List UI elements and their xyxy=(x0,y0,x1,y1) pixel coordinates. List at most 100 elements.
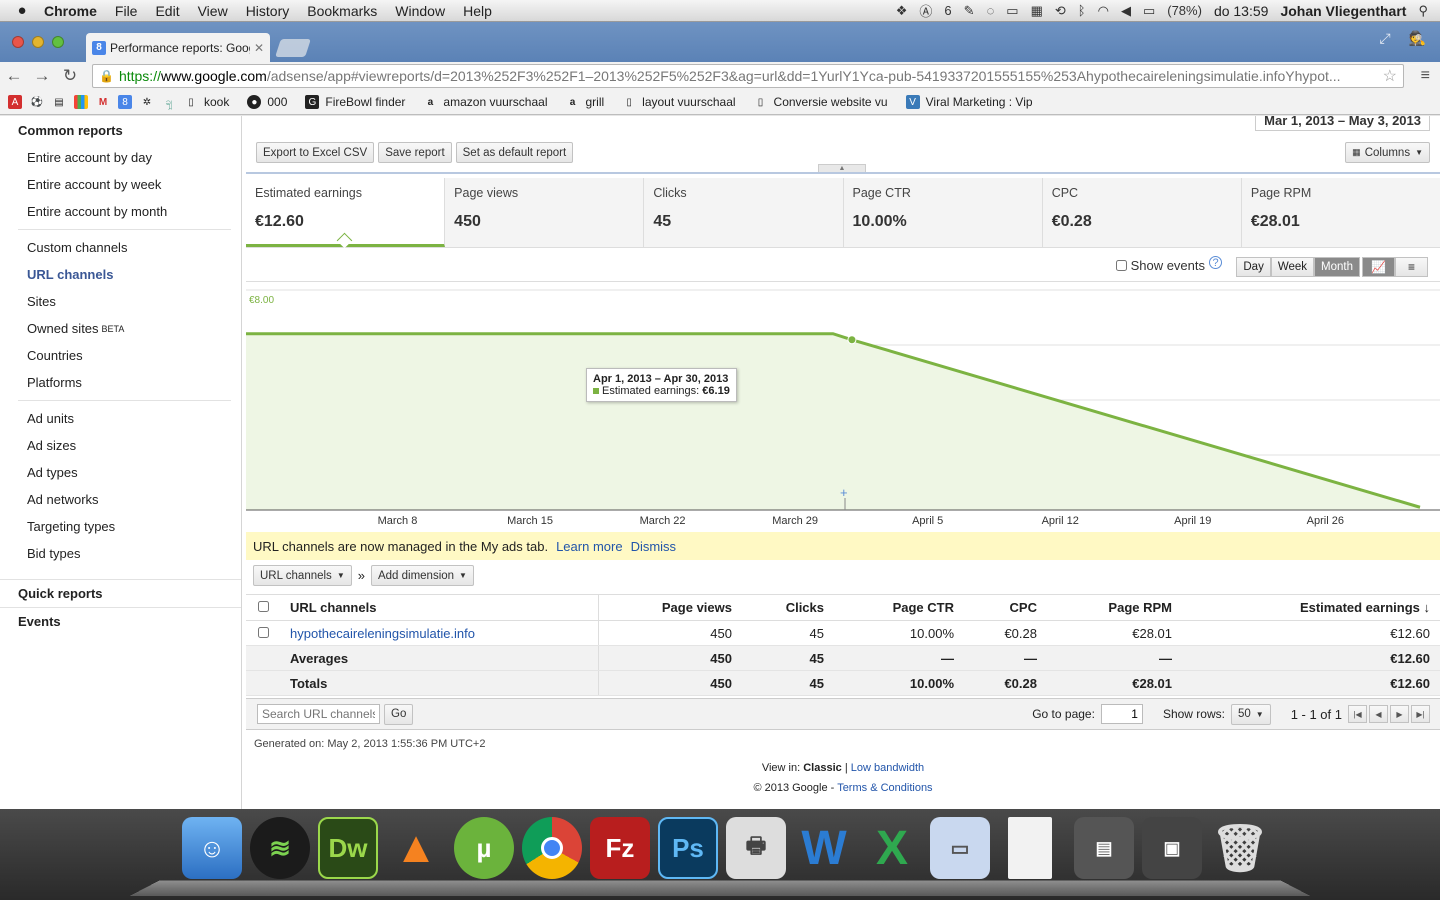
sidebar-item-account-week[interactable]: Entire account by week xyxy=(0,171,241,198)
granularity-week[interactable]: Week xyxy=(1270,257,1315,277)
forward-arrow-icon[interactable]: → xyxy=(28,66,56,86)
sidebar-item-ad-types[interactable]: Ad types xyxy=(0,459,241,486)
google-bookmark-icon[interactable]: 8 xyxy=(118,95,132,109)
sidebar-item-platforms[interactable]: Platforms xyxy=(0,369,241,396)
menu-bookmarks[interactable]: Bookmarks xyxy=(307,3,377,19)
menu-help[interactable]: Help xyxy=(463,3,492,19)
apple-menu-icon[interactable]: ● xyxy=(0,2,44,19)
zoom-window-icon[interactable] xyxy=(52,36,64,48)
page-number-input[interactable] xyxy=(1100,704,1143,724)
finder-icon[interactable]: ☺ xyxy=(182,817,242,879)
sidebar-events[interactable]: Events xyxy=(0,607,241,635)
sidebar-common-reports[interactable]: Common reports xyxy=(0,116,241,144)
col-clicks[interactable]: Clicks xyxy=(742,594,834,621)
next-page-icon[interactable]: ▶ xyxy=(1390,705,1409,723)
bookmark-grill[interactable]: a grill xyxy=(565,95,604,109)
bookmark-kook[interactable]: ▯ kook xyxy=(184,95,229,109)
primary-dimension-dropdown[interactable]: URL channels ▼ xyxy=(253,565,352,586)
search-go-button[interactable]: Go xyxy=(384,703,414,725)
menu-history[interactable]: History xyxy=(246,3,290,19)
help-icon[interactable]: ? xyxy=(1209,256,1222,269)
scorecard-clicks[interactable]: Clicks 45 xyxy=(644,178,844,247)
menu-window[interactable]: Window xyxy=(395,3,445,19)
dismiss-link[interactable]: Dismiss xyxy=(631,539,677,554)
col-page-rpm[interactable]: Page RPM xyxy=(1047,594,1182,621)
granularity-month[interactable]: Month xyxy=(1314,257,1360,277)
dreamweaver-icon[interactable]: Dw xyxy=(318,817,378,879)
menu-app-name[interactable]: Chrome xyxy=(44,3,97,19)
granularity-day[interactable]: Day xyxy=(1236,257,1271,277)
sidebar-item-account-month[interactable]: Entire account by month xyxy=(0,198,241,225)
bookmark-star-icon[interactable]: ☆ xyxy=(1383,66,1397,86)
scorecard-page-ctr[interactable]: Page CTR 10.00% xyxy=(843,178,1043,247)
new-tab-button[interactable] xyxy=(275,39,311,57)
excel-icon[interactable]: X xyxy=(862,817,922,879)
add-dimension-dropdown[interactable]: Add dimension ▼ xyxy=(370,565,474,586)
learn-more-link[interactable]: Learn more xyxy=(556,539,622,554)
menu-edit[interactable]: Edit xyxy=(155,3,179,19)
search-url-channels-input[interactable] xyxy=(257,704,380,724)
trash-icon[interactable]: 🗑 xyxy=(1210,817,1270,879)
col-page-views[interactable]: Page views xyxy=(598,594,742,621)
scorecard-cpc[interactable]: CPC €0.28 xyxy=(1042,178,1242,247)
menu-view[interactable]: View xyxy=(198,3,228,19)
sidebar-item-url-channels[interactable]: URL channels xyxy=(0,261,241,288)
back-arrow-icon[interactable]: ← xyxy=(0,66,28,86)
memory-icon[interactable]: ▦ xyxy=(1031,3,1043,19)
close-window-icon[interactable] xyxy=(12,36,24,48)
acrobat-bookmark-icon[interactable]: A xyxy=(8,95,22,109)
show-events-checkbox[interactable] xyxy=(1115,260,1127,271)
label-printer-icon[interactable]: 🖶 xyxy=(726,817,786,879)
bar-chart-icon[interactable]: ≡ xyxy=(1395,257,1428,277)
sidebar-quick-reports[interactable]: Quick reports xyxy=(0,579,241,607)
reload-icon[interactable]: ↻ xyxy=(56,66,84,86)
menu-file[interactable]: File xyxy=(115,3,138,19)
time-machine-icon[interactable]: ⟲ xyxy=(1055,3,1066,19)
minimize-window-icon[interactable] xyxy=(32,36,44,48)
clock-sync-icon[interactable]: ◌ xyxy=(987,3,995,18)
window-stack-icon[interactable]: ▤ xyxy=(1074,817,1134,879)
windows-bookmark-icon[interactable] xyxy=(74,95,88,109)
sidebar-item-account-day[interactable]: Entire account by day xyxy=(0,144,241,171)
bookmark-viral[interactable]: V Viral Marketing : Vip xyxy=(905,95,1033,109)
chrome-icon[interactable] xyxy=(522,817,582,879)
sidebar-item-ad-networks[interactable]: Ad networks xyxy=(0,486,241,513)
first-page-icon[interactable]: |◀ xyxy=(1348,705,1367,723)
sidebar-item-bid-types[interactable]: Bid types xyxy=(0,540,241,567)
dropbox-icon[interactable]: ❖ xyxy=(896,3,908,19)
screenshot-icon[interactable]: ▭ xyxy=(930,817,990,879)
vlc-icon[interactable]: ▲ xyxy=(386,817,446,879)
show-events-toggle[interactable]: Show events ? xyxy=(1115,256,1222,273)
line-chart-icon[interactable]: 📈 xyxy=(1362,257,1395,277)
address-bar[interactable]: 🔒 https:// www.google.com /adsense/app#v… xyxy=(92,64,1404,88)
set-default-report-button[interactable]: Set as default report xyxy=(455,142,574,163)
row-checkbox[interactable] xyxy=(257,626,269,638)
football-bookmark-icon[interactable]: ⚽ xyxy=(30,95,44,109)
document-icon[interactable] xyxy=(1008,817,1052,879)
photoshop-icon[interactable]: Ps xyxy=(658,817,718,879)
close-tab-icon[interactable]: ✕ xyxy=(254,41,264,55)
bookmark-amazon[interactable]: a amazon vuurschaal xyxy=(423,95,548,109)
scorecard-page-rpm[interactable]: Page RPM €28.01 xyxy=(1241,178,1440,247)
menubar-clock[interactable]: do 13:59 xyxy=(1214,3,1269,19)
prev-page-icon[interactable]: ◀ xyxy=(1369,705,1388,723)
menubar-user[interactable]: Johan Vliegenthart xyxy=(1280,3,1406,19)
sidebar-item-owned-sites[interactable]: Owned sites BETA xyxy=(0,315,241,342)
sidebar-item-custom-channels[interactable]: Custom channels xyxy=(0,234,241,261)
sidebar-item-sites[interactable]: Sites xyxy=(0,288,241,315)
chrome-menu-icon[interactable]: ≡ xyxy=(1421,67,1430,85)
rows-per-page-dropdown[interactable]: 50 ▼ xyxy=(1230,703,1271,725)
bookmark-firebowl[interactable]: G FireBowl finder xyxy=(305,95,405,109)
collapse-handle[interactable]: ▲ xyxy=(818,164,866,172)
volume-icon[interactable]: ◀ xyxy=(1121,3,1131,19)
utorrent-icon[interactable]: µ xyxy=(454,817,514,879)
col-url-channels[interactable]: URL channels xyxy=(280,594,599,621)
display-icon[interactable]: ▭ xyxy=(1006,3,1018,19)
wifi-icon[interactable]: ◠ xyxy=(1098,3,1109,19)
select-all-checkbox[interactable] xyxy=(257,601,269,612)
sidebar-item-countries[interactable]: Countries xyxy=(0,342,241,369)
columns-dropdown[interactable]: ▦ Columns ▼ xyxy=(1345,142,1430,163)
terms-link[interactable]: Terms & Conditions xyxy=(837,782,932,794)
export-csv-button[interactable]: Export to Excel CSV xyxy=(256,142,375,163)
window-stack-icon[interactable]: ▣ xyxy=(1142,817,1202,879)
